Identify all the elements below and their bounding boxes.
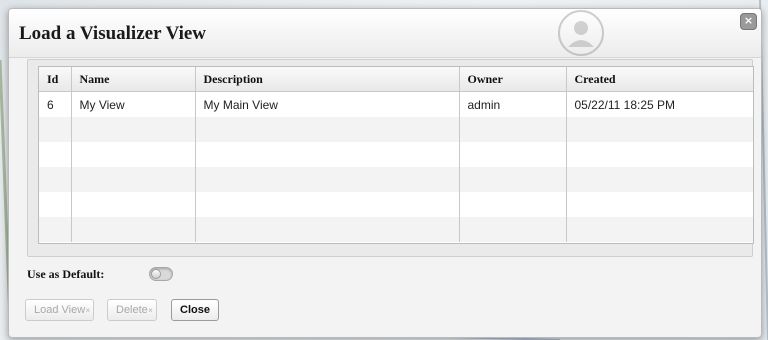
table-header-row: Id Name Description Owner Created: [39, 67, 753, 92]
views-table-panel: Id Name Description Owner Created 6 My V…: [27, 59, 754, 257]
empty-table-row: [39, 192, 753, 217]
dialog-titlebar: Load a Visualizer View ×: [9, 9, 761, 58]
empty-table-row: [39, 217, 753, 242]
column-header-id[interactable]: Id: [39, 67, 72, 92]
toggle-knob: [151, 269, 161, 279]
close-icon[interactable]: ×: [740, 13, 757, 30]
views-table: Id Name Description Owner Created 6 My V…: [39, 67, 753, 242]
dialog-title: Load a Visualizer View: [19, 23, 207, 44]
use-as-default-toggle[interactable]: [149, 267, 173, 281]
load-view-button-label: Load View: [34, 304, 86, 316]
cell-name: My View: [71, 91, 196, 117]
close-button-label: Close: [180, 304, 210, 316]
cell-description: My Main View: [195, 91, 460, 117]
disabled-mark-icon: ×: [148, 306, 153, 315]
delete-button-label: Delete: [116, 304, 148, 316]
cell-created: 05/22/11 18:25 PM: [566, 91, 753, 117]
user-avatar-icon: [558, 10, 604, 56]
table-row[interactable]: 6 My View My Main View admin 05/22/11 18…: [39, 91, 753, 117]
load-view-dialog: Load a Visualizer View × Id Name Descrip…: [8, 8, 762, 338]
empty-table-row: [39, 167, 753, 192]
empty-table-row: [39, 142, 753, 167]
cell-owner: admin: [459, 91, 567, 117]
cell-id: 6: [39, 91, 72, 117]
column-header-name[interactable]: Name: [71, 67, 196, 92]
disabled-mark-icon: ×: [85, 306, 91, 315]
views-table-container: Id Name Description Owner Created 6 My V…: [38, 66, 754, 244]
use-as-default-label: Use as Default:: [27, 267, 105, 281]
column-header-description[interactable]: Description: [195, 67, 460, 92]
delete-button[interactable]: Delete ×: [107, 299, 157, 321]
column-header-owner[interactable]: Owner: [459, 67, 567, 92]
column-header-created[interactable]: Created: [566, 67, 753, 92]
load-view-button[interactable]: Load View ×: [25, 299, 95, 321]
close-button[interactable]: Close: [171, 299, 219, 321]
empty-table-row: [39, 117, 753, 142]
